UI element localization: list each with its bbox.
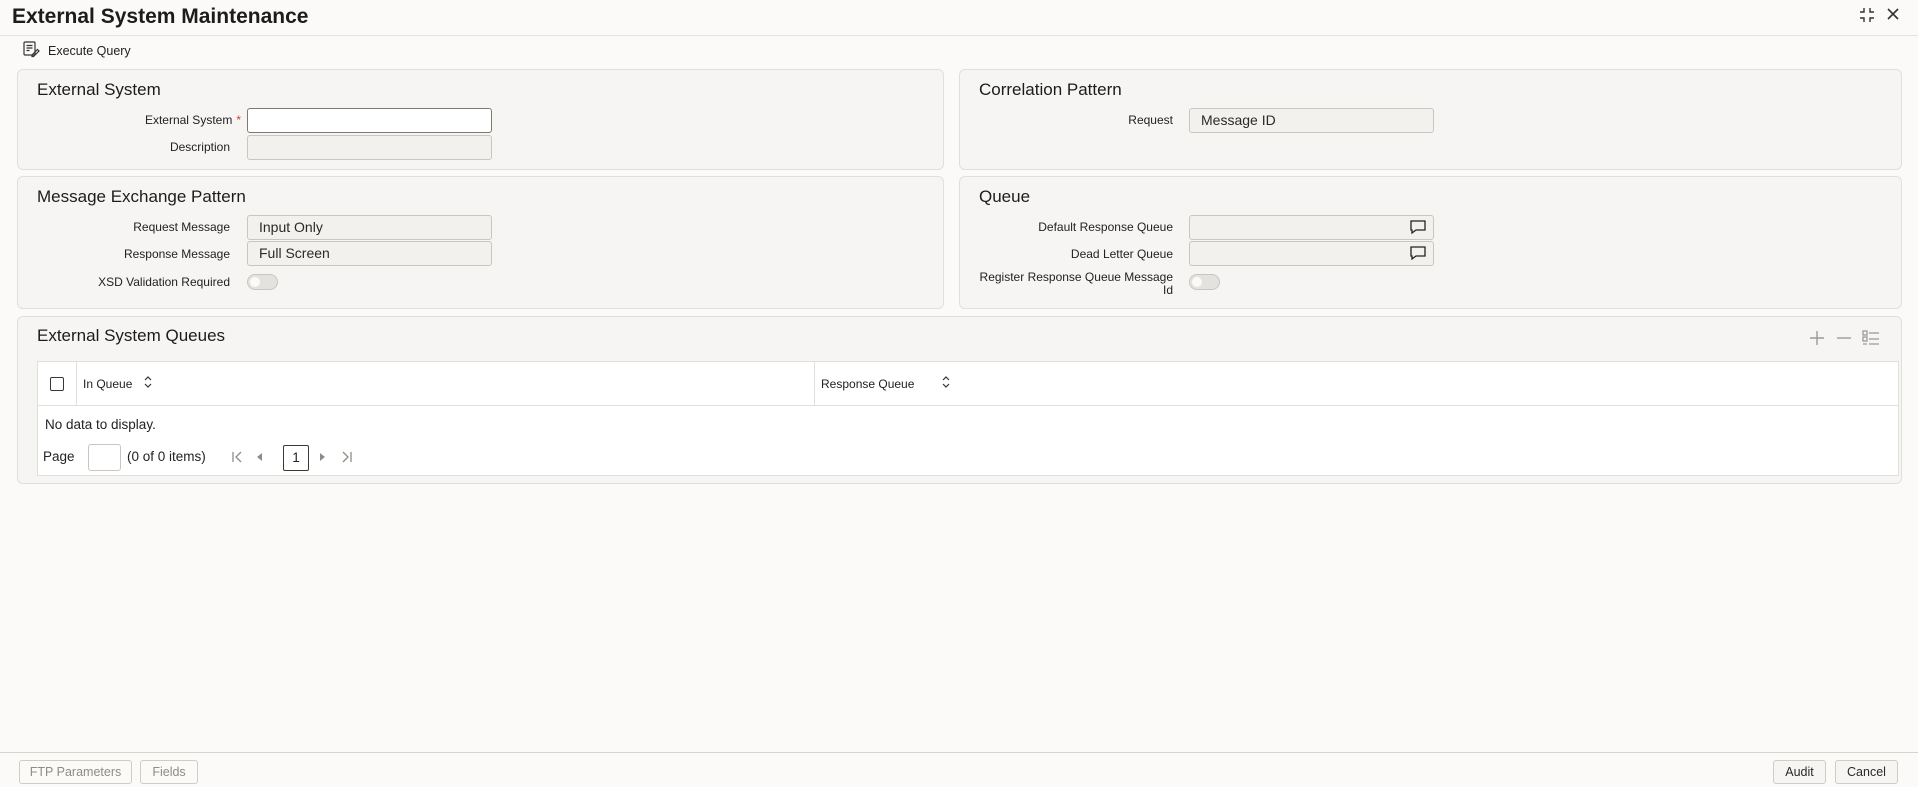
page-label: Page <box>43 449 75 464</box>
description-label: Description <box>169 140 230 154</box>
request-label: Request <box>1128 113 1173 127</box>
execute-query-button[interactable]: Execute Query <box>22 40 131 61</box>
sort-icon[interactable] <box>143 374 153 395</box>
execute-query-icon <box>22 40 40 61</box>
xsd-validation-label: XSD Validation Required <box>98 275 230 289</box>
minimize-window-icon[interactable] <box>1857 6 1877 26</box>
default-response-queue-input[interactable] <box>1189 215 1434 240</box>
queue-heading: Queue <box>979 187 1031 206</box>
column-divider <box>76 362 77 406</box>
cancel-button[interactable]: Cancel <box>1835 760 1898 784</box>
request-field[interactable]: Message ID <box>1189 108 1434 133</box>
next-page-icon[interactable] <box>318 450 328 467</box>
fields-button[interactable]: Fields <box>140 760 198 784</box>
lov-search-icon[interactable] <box>1409 219 1427 238</box>
queue-panel: Queue Default Response Queue Dead Letter… <box>959 176 1902 309</box>
response-queue-column-header[interactable]: Response Queue <box>821 377 914 391</box>
first-page-icon[interactable] <box>230 450 244 467</box>
required-indicator: * <box>236 113 241 127</box>
dead-letter-queue-input[interactable] <box>1189 241 1434 266</box>
ftp-parameters-button[interactable]: FTP Parameters <box>19 760 132 784</box>
external-system-label: External System * <box>145 113 241 127</box>
correlation-pattern-heading: Correlation Pattern <box>979 80 1122 99</box>
register-response-queue-toggle[interactable] <box>1189 274 1220 290</box>
dead-letter-queue-label: Dead Letter Queue <box>1070 247 1173 261</box>
title-bar: External System Maintenance <box>0 0 1918 36</box>
single-record-view-icon[interactable] <box>1861 329 1881 352</box>
pagination: Page (0 of 0 items) 1 <box>43 444 443 472</box>
default-response-queue-label: Default Response Queue <box>1038 220 1173 234</box>
page-number-input[interactable] <box>88 444 121 471</box>
register-response-label-line2: Id <box>1162 283 1173 297</box>
add-row-icon[interactable] <box>1808 329 1826 352</box>
external-system-label-text: External System <box>144 113 233 127</box>
queues-grid: In Queue Response Queue No data to displ… <box>37 361 1899 476</box>
xsd-validation-toggle[interactable] <box>247 274 278 290</box>
grid-header: In Queue Response Queue <box>38 362 1898 406</box>
description-input[interactable] <box>247 135 492 160</box>
response-message-field[interactable]: Full Screen <box>247 241 492 266</box>
external-system-panel: External System External System * Descrip… <box>17 69 944 170</box>
in-queue-column-header[interactable]: In Queue <box>83 377 132 391</box>
correlation-pattern-panel: Correlation Pattern Request Message ID <box>959 69 1902 170</box>
message-exchange-heading: Message Exchange Pattern <box>37 187 246 206</box>
items-count: (0 of 0 items) <box>127 449 206 464</box>
register-response-label-line1: Register Response Queue Message <box>979 270 1173 284</box>
page-title: External System Maintenance <box>12 5 309 28</box>
sort-icon[interactable] <box>941 374 951 395</box>
request-message-label: Request Message <box>133 220 230 234</box>
column-divider <box>814 362 815 406</box>
external-system-heading: External System <box>37 80 161 99</box>
message-exchange-pattern-panel: Message Exchange Pattern Request Message… <box>17 176 944 309</box>
lov-search-icon[interactable] <box>1409 245 1427 264</box>
response-message-label: Response Message <box>123 247 230 261</box>
register-response-queue-label: Register Response Queue Message Id <box>980 271 1173 297</box>
audit-button[interactable]: Audit <box>1773 760 1826 784</box>
external-system-queues-panel: External System Queues In Queue Response… <box>17 316 1902 484</box>
execute-query-label: Execute Query <box>48 43 131 58</box>
last-page-icon[interactable] <box>340 450 354 467</box>
external-system-input[interactable] <box>247 108 492 133</box>
toolbar: Execute Query <box>0 37 1918 63</box>
select-all-checkbox[interactable] <box>50 377 64 391</box>
previous-page-icon[interactable] <box>254 450 264 467</box>
no-data-message: No data to display. <box>45 417 156 432</box>
current-page[interactable]: 1 <box>283 445 309 471</box>
request-message-field[interactable]: Input Only <box>247 215 492 240</box>
close-icon[interactable] <box>1883 6 1903 26</box>
delete-row-icon[interactable] <box>1835 329 1853 352</box>
footer-bar: FTP Parameters Fields Audit Cancel <box>0 752 1918 787</box>
external-system-queues-heading: External System Queues <box>37 326 226 345</box>
